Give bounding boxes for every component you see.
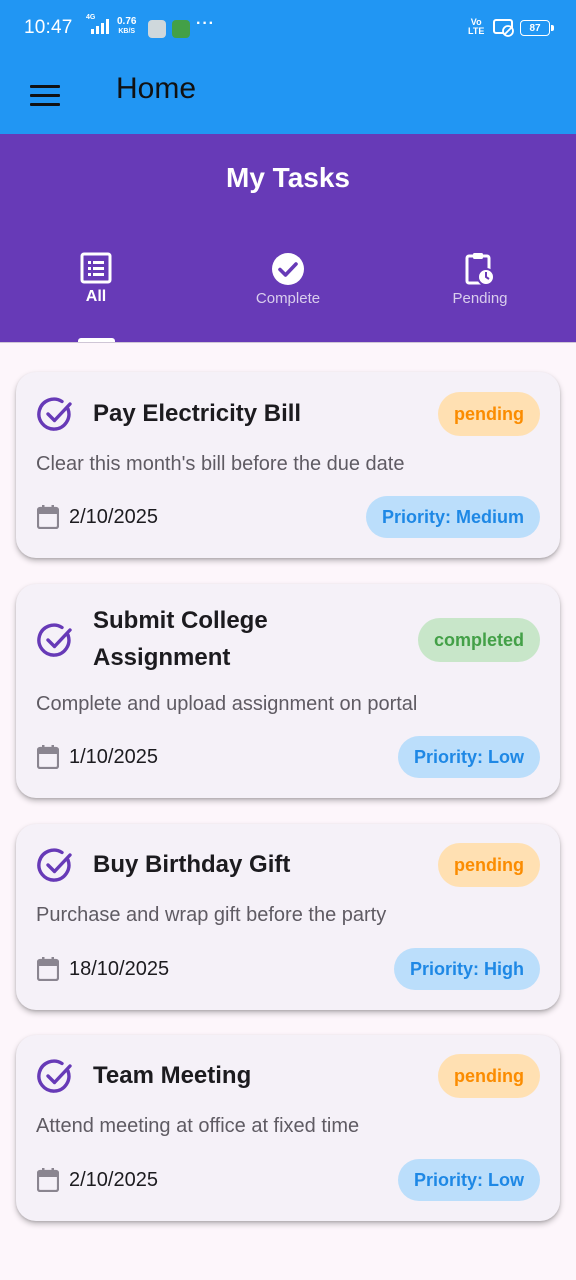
check-circle-outline-icon — [37, 397, 72, 431]
clipboard-clock-icon — [465, 253, 495, 286]
list-icon — [80, 252, 112, 284]
calendar-icon — [37, 1168, 59, 1192]
task-title: Submit College Assignment — [93, 607, 268, 671]
priority-badge: Priority: High — [393, 948, 540, 990]
menu-icon-bar-top — [30, 85, 60, 88]
tab-complete-label: Complete — [255, 290, 321, 307]
task-date: 1/10/2025 — [69, 746, 158, 768]
tab-complete[interactable]: Complete — [192, 252, 384, 342]
network-speed: 0.76 KB/S — [117, 17, 136, 36]
priority-badge: Priority: Low — [397, 1159, 540, 1201]
divider — [0, 342, 576, 343]
speed-unit: KB/S — [118, 28, 136, 35]
task-description: Purchase and wrap gift before the party — [36, 904, 387, 926]
task-card[interactable]: Submit College Assignment completed Comp… — [16, 584, 560, 798]
network-type: 4G — [86, 14, 96, 21]
app-bar-title: Home — [116, 72, 197, 105]
check-circle-outline-icon — [37, 623, 72, 657]
status-badge: pending — [438, 843, 540, 887]
signal-indicator: 4G — [86, 14, 112, 34]
tab-all[interactable]: All — [0, 252, 192, 342]
task-title: Team Meeting — [93, 1062, 252, 1089]
status-time: 10:47 — [24, 17, 73, 38]
menu-icon-bar-middle — [30, 94, 60, 97]
menu-button[interactable] — [28, 79, 62, 113]
calendar-icon — [37, 505, 59, 529]
app-notification-icon — [148, 20, 166, 38]
battery-level: 87 — [529, 22, 541, 34]
shopping-notification-icon — [172, 20, 190, 38]
status-badge: pending — [438, 392, 540, 436]
check-circle-icon — [272, 253, 304, 285]
tasks-header: My Tasks All Complete Pending — [0, 134, 576, 342]
check-circle-outline-icon — [37, 848, 72, 882]
task-description: Attend meeting at office at fixed time — [36, 1115, 360, 1137]
battery-icon: 87 — [520, 20, 554, 36]
calendar-icon — [37, 745, 59, 769]
status-badge: completed — [417, 618, 540, 662]
status-bar: 10:47 4G 0.76 KB/S ··· Vo LTE 87 — [0, 0, 576, 58]
task-description: Clear this month's bill before the due d… — [36, 453, 405, 475]
tab-all-label: All — [85, 288, 107, 305]
menu-icon-bar-bottom — [30, 103, 60, 106]
speed-value: 0.76 — [117, 16, 137, 27]
volte-indicator: Vo LTE — [468, 18, 484, 36]
task-card[interactable]: Pay Electricity Bill pending Clear this … — [16, 372, 560, 558]
task-date: 2/10/2025 — [69, 1169, 158, 1191]
task-card[interactable]: Buy Birthday Gift pending Purchase and w… — [16, 824, 560, 1010]
task-date: 18/10/2025 — [69, 958, 170, 980]
priority-badge: Priority: Low — [397, 736, 540, 778]
task-card[interactable]: Team Meeting pending Attend meeting at o… — [16, 1035, 560, 1221]
task-title: Buy Birthday Gift — [93, 851, 291, 878]
check-circle-outline-icon — [37, 1059, 72, 1093]
app-bar: Home — [0, 58, 576, 134]
more-notifications-icon: ··· — [196, 15, 215, 32]
task-title: Pay Electricity Bill — [93, 400, 302, 427]
page-title: My Tasks — [226, 162, 350, 193]
status-badge: pending — [438, 1054, 540, 1098]
calendar-icon — [37, 957, 59, 981]
tab-pending-label: Pending — [452, 290, 508, 307]
task-date: 2/10/2025 — [69, 506, 158, 528]
volte-bottom: LTE — [468, 26, 485, 36]
task-description: Complete and upload assignment on portal — [36, 693, 418, 715]
priority-badge: Priority: Medium — [365, 496, 540, 538]
tab-pending[interactable]: Pending — [384, 252, 576, 342]
screen-cast-icon — [493, 19, 514, 37]
